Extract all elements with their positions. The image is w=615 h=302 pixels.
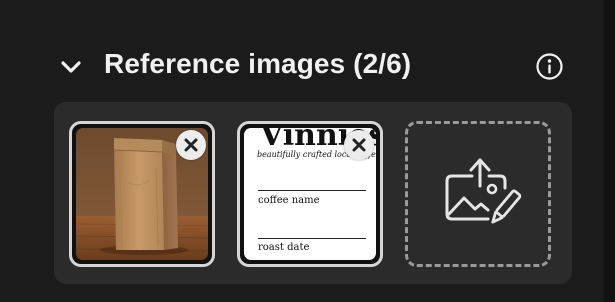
reference-image-thumbnail[interactable] bbox=[69, 121, 215, 267]
upload-image-slot[interactable] bbox=[405, 121, 551, 267]
reference-image-thumbnail[interactable]: Vinnies beautifully crafted local coffee… bbox=[237, 121, 383, 267]
close-icon bbox=[184, 138, 198, 152]
section-title: Reference images (2/6) bbox=[104, 48, 412, 79]
panel-edge bbox=[604, 0, 615, 302]
label-field-coffee-name: coffee name bbox=[258, 195, 320, 206]
chevron-down-icon[interactable] bbox=[58, 54, 84, 80]
remove-image-button[interactable] bbox=[176, 130, 206, 160]
label-divider bbox=[258, 190, 366, 191]
reference-images-panel: Vinnies beautifully crafted local coffee… bbox=[54, 102, 572, 284]
remove-image-button[interactable] bbox=[344, 130, 374, 160]
image-upload-icon bbox=[445, 158, 522, 224]
label-divider bbox=[258, 238, 366, 239]
label-field-roast-date: roast date bbox=[258, 242, 310, 253]
close-icon bbox=[352, 138, 366, 152]
reference-images-header[interactable]: Reference images (2/6) bbox=[0, 40, 604, 92]
info-icon[interactable] bbox=[535, 52, 564, 81]
